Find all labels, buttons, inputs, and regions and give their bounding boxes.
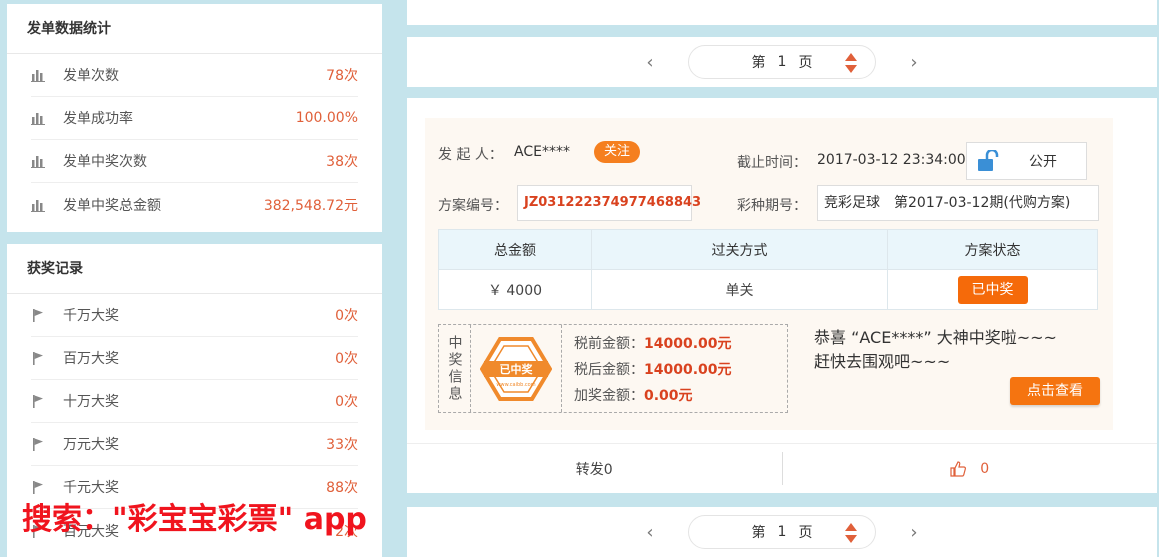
bonus-amount: 0.00元 (644, 388, 693, 404)
plan-detail: 发 起 人： ACE**** 关注 截止时间： 2017-03-12 23:34… (425, 118, 1113, 430)
item-value: 78次 (326, 68, 358, 84)
prize-info: 中奖信息 已中奖 www.caibb.com 税前金额：14000.00元 税后… (438, 324, 788, 413)
item-value: 0次 (335, 308, 358, 324)
bar-chart-icon (31, 70, 45, 82)
bar-chart-icon (31, 156, 45, 168)
congrats-text: 恭喜 “ACE****” 大神中奖啦~~~ 赶快去围观吧~~~ (814, 328, 1057, 371)
item-label: 十万大奖 (63, 394, 119, 410)
prev-page-button[interactable]: ‹ (630, 52, 670, 73)
item-value: 0次 (335, 394, 358, 410)
flag-icon (33, 438, 43, 451)
item-value: 33次 (326, 437, 358, 453)
bar-chart-icon (31, 199, 45, 212)
item-label: 发单中奖次数 (63, 154, 147, 170)
thumbs-up-icon (950, 460, 967, 477)
page-number: 1 (777, 54, 787, 70)
flag-icon (33, 352, 43, 365)
flag-icon (33, 481, 43, 494)
pre-tax-amount: 14000.00元 (644, 336, 732, 352)
next-page-button[interactable]: › (894, 522, 934, 543)
table-row: ￥ 4000 单关 已中奖 (438, 269, 1098, 310)
visibility-label: 公开 (1029, 154, 1057, 170)
issue-value: 竞彩足球 第2017-03-12期(代购方案) (817, 185, 1099, 221)
page-spinner-icon[interactable] (845, 52, 857, 74)
list-item: 百万大奖 0次 (31, 337, 358, 380)
bar-chart-icon (31, 113, 45, 125)
list-item: 千万大奖 0次 (31, 294, 358, 337)
item-label: 发单中奖总金额 (63, 197, 161, 214)
prev-page-button[interactable]: ‹ (630, 522, 670, 543)
item-value: 100.00% (295, 110, 358, 126)
page-spinner-icon[interactable] (845, 522, 857, 544)
prize-title: 中奖信息 (439, 325, 471, 412)
svg-text:已中奖: 已中奖 (500, 362, 534, 376)
header-total: 总金额 (438, 229, 592, 270)
list-item: 发单成功率 100.00% (31, 97, 358, 140)
initiator-label: 发 起 人： (438, 147, 503, 163)
header-status: 方案状态 (887, 229, 1098, 270)
initiator-name[interactable]: ACE**** (514, 144, 570, 160)
list-item: 发单次数 78次 (31, 54, 358, 97)
item-value: 0次 (335, 351, 358, 367)
svg-text:www.caibb.com: www.caibb.com (496, 382, 535, 388)
stats-panel: 发单数据统计 发单次数 78次发单成功率 100.00% 发单中奖次数 38次发单中奖总… (7, 4, 382, 232)
code-label: 方案编号： (438, 198, 508, 214)
item-label: 发单成功率 (63, 111, 133, 127)
page-indicator[interactable]: 第 1 页 (688, 515, 876, 549)
plan-code: JZ031222374977468843 (517, 185, 701, 221)
item-label: 千万大奖 (63, 308, 119, 324)
view-button[interactable]: 点击查看 (1010, 377, 1100, 405)
plan-card: 发 起 人： ACE**** 关注 截止时间： 2017-03-12 23:34… (407, 98, 1157, 493)
list-item: 万元大奖 33次 (31, 423, 358, 466)
follow-button[interactable]: 关注 (594, 141, 640, 163)
flag-icon (33, 309, 43, 322)
awards-title: 获奖记录 (7, 244, 382, 294)
next-page-button[interactable]: › (894, 52, 934, 73)
like-count: 0 (980, 460, 990, 477)
after-tax-amount: 14000.00元 (644, 362, 732, 378)
deadline-label: 截止时间： (737, 155, 807, 171)
item-value: 382,548.72元 (263, 197, 358, 214)
previous-card (407, 0, 1157, 25)
deadline-value: 2017-03-12 23:34:00 (817, 152, 966, 168)
card-footer: 转发0 0 (407, 443, 1157, 493)
unlock-icon (978, 150, 999, 171)
list-item: 十万大奖 0次 (31, 380, 358, 423)
plan-table: 总金额 过关方式 方案状态 ￥ 4000 单关 已中奖 (438, 229, 1098, 310)
watermark-text: 搜索："彩宝宝彩票" app (22, 502, 367, 537)
pager-bottom: ‹ 第 1 页 › (407, 507, 1157, 557)
status-badge[interactable]: 已中奖 (957, 275, 1028, 304)
list-item: 发单中奖次数 38次 (31, 140, 358, 183)
item-label: 万元大奖 (63, 437, 119, 453)
item-label: 发单次数 (63, 68, 119, 84)
page-indicator[interactable]: 第 1 页 (688, 45, 876, 79)
pass-mode: 单关 (591, 269, 888, 310)
pager-top: ‹ 第 1 页 › (407, 37, 1157, 87)
flag-icon (33, 395, 43, 408)
header-mode: 过关方式 (591, 229, 888, 270)
issue-label: 彩种期号： (737, 198, 807, 214)
item-value: 38次 (326, 154, 358, 170)
like-button[interactable]: 0 (783, 444, 1158, 493)
stats-title: 发单数据统计 (7, 4, 382, 54)
winner-seal-icon: 已中奖 www.caibb.com (471, 325, 562, 412)
total-amount: ￥ 4000 (438, 269, 592, 310)
list-item: 发单中奖总金额 382,548.72元 (31, 183, 358, 226)
page-number: 1 (777, 524, 787, 540)
item-label: 百万大奖 (63, 351, 119, 367)
forward-button[interactable]: 转发0 (407, 444, 782, 493)
visibility-box: 公开 (966, 142, 1087, 180)
